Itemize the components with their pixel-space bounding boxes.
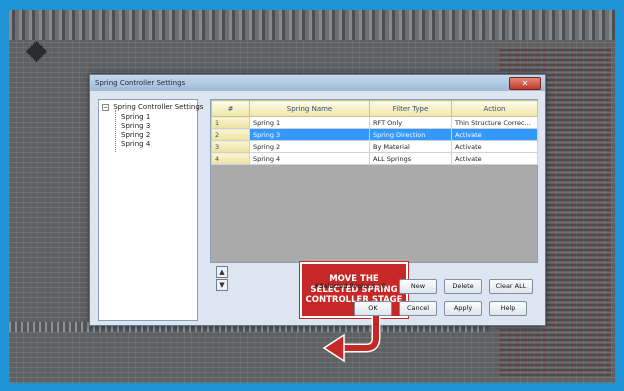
spring-controller-dialog: Spring Controller Settings ✕ − Spring Co…: [89, 74, 546, 363]
filter-type-cell[interactable]: By Material: [369, 140, 452, 153]
filter-type-cell[interactable]: RFT Only: [369, 116, 452, 129]
clear-all-button[interactable]: Clear ALL: [489, 279, 533, 294]
row-number: 1: [211, 116, 250, 129]
spring-name-cell[interactable]: Spring 2: [249, 140, 370, 153]
tree-connector: [115, 110, 116, 152]
row-number: 4: [211, 152, 250, 165]
selected-regions-count: #Selected Regions : 0: [314, 282, 386, 290]
table-row-selected[interactable]: 2 Spring 3 Spring Direction Activate: [211, 128, 538, 141]
arrow-up-icon: ▲: [219, 268, 225, 276]
spring-table: # Spring Name Filter Type Action 1 Sprin…: [211, 100, 538, 165]
help-button[interactable]: Help: [489, 301, 527, 316]
action-cell[interactable]: Thin Structure Correc...: [451, 116, 538, 129]
tree-item[interactable]: Spring 2: [121, 131, 150, 139]
close-icon: ✕: [521, 79, 529, 88]
spring-tree: − Spring Controller Settings Spring 1 Sp…: [98, 99, 203, 321]
action-cell[interactable]: Activate: [451, 140, 538, 153]
app-toolbar: [9, 10, 615, 40]
move-down-button[interactable]: ▼: [216, 279, 228, 291]
collapse-icon[interactable]: −: [102, 103, 109, 111]
table-header-row: # Spring Name Filter Type Action: [211, 100, 538, 117]
move-up-button[interactable]: ▲: [216, 266, 228, 278]
row-number: 3: [211, 140, 250, 153]
action-cell[interactable]: Activate: [451, 152, 538, 165]
tree-item[interactable]: Spring 3: [121, 122, 150, 130]
dialog-titlebar[interactable]: Spring Controller Settings ✕: [90, 75, 545, 91]
arrow-down-icon: ▼: [219, 281, 225, 289]
filter-type-cell[interactable]: ALL Springs: [369, 152, 452, 165]
navigation-cube-icon[interactable]: [24, 39, 49, 64]
row-number: 2: [211, 128, 250, 141]
tree-root-label: Spring Controller Settings: [113, 103, 204, 111]
action-cell[interactable]: Activate: [451, 128, 538, 141]
spring-name-cell[interactable]: Spring 1: [249, 116, 370, 129]
table-row[interactable]: 1 Spring 1 RFT Only Thin Structure Corre…: [211, 116, 538, 129]
screenshot-frame: Spring Controller Settings ✕ − Spring Co…: [0, 0, 624, 391]
spring-name-cell[interactable]: Spring 3: [249, 128, 370, 141]
callout-arrow-icon: [322, 313, 381, 363]
apply-button[interactable]: Apply: [444, 301, 482, 316]
column-header-number[interactable]: #: [211, 100, 250, 117]
dialog-title: Spring Controller Settings: [95, 79, 186, 87]
cancel-button[interactable]: Cancel: [399, 301, 437, 316]
new-button[interactable]: New: [399, 279, 437, 294]
column-header-filter-type[interactable]: Filter Type: [369, 100, 452, 117]
table-row[interactable]: 3 Spring 2 By Material Activate: [211, 140, 538, 153]
table-row[interactable]: 4 Spring 4 ALL Springs Activate: [211, 152, 538, 165]
filter-type-cell[interactable]: Spring Direction: [369, 128, 452, 141]
column-header-action[interactable]: Action: [451, 100, 538, 117]
tree-item[interactable]: Spring 4: [121, 140, 150, 148]
spring-name-cell[interactable]: Spring 4: [249, 152, 370, 165]
ok-button[interactable]: OK: [354, 301, 392, 316]
spring-grid: # Spring Name Filter Type Action 1 Sprin…: [210, 99, 538, 263]
tree-item[interactable]: Spring 1: [121, 113, 150, 121]
close-button[interactable]: ✕: [509, 77, 541, 90]
column-header-spring-name[interactable]: Spring Name: [249, 100, 370, 117]
tree-root-node[interactable]: − Spring Controller Settings: [102, 103, 203, 111]
delete-button[interactable]: Delete: [444, 279, 482, 294]
